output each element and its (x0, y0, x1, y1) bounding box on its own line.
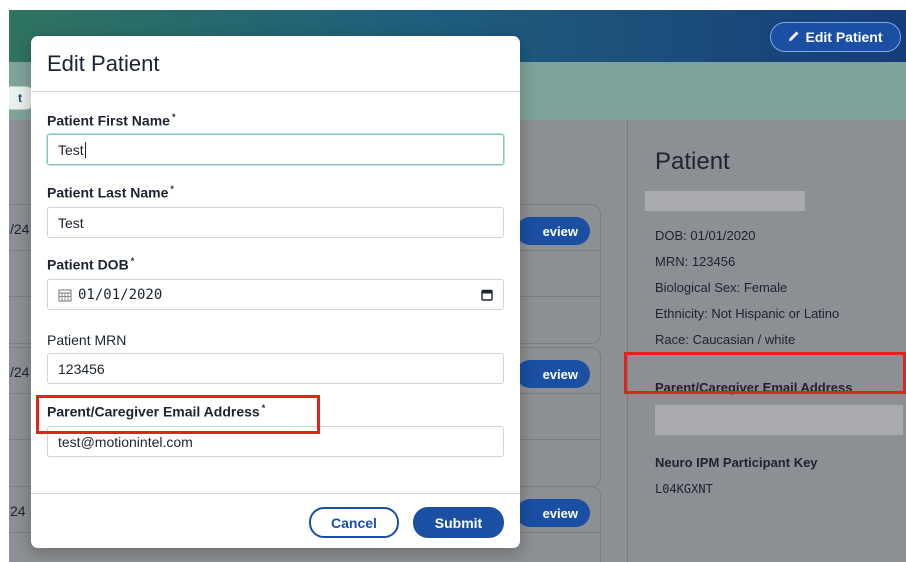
mrn-value: 123456 (58, 360, 105, 377)
review-button[interactable]: eview (516, 499, 590, 527)
calendar-grid-icon (58, 288, 72, 302)
patient-ethnicity: Ethnicity: Not Hispanic or Latino (655, 306, 840, 321)
caregiver-email-placeholder (655, 405, 903, 435)
dob-label-text: Patient DOB (47, 256, 129, 273)
edit-patient-button[interactable]: Edit Patient (770, 22, 901, 52)
review-button[interactable]: eview (516, 217, 590, 245)
cancel-button[interactable]: Cancel (309, 507, 399, 538)
card-date: /24 (10, 221, 30, 237)
first-name-value: Test (58, 141, 84, 158)
card-date: /24 (10, 364, 30, 380)
participant-key-label: Neuro IPM Participant Key (655, 455, 818, 470)
patient-sex: Biological Sex: Female (655, 280, 788, 295)
dob-value: 01/01/2020 (78, 286, 163, 303)
patient-name-placeholder (645, 191, 805, 211)
mrn-input[interactable]: 123456 (47, 353, 504, 384)
last-name-label: Patient Last Name * (47, 184, 174, 201)
side-email-highlight-box (624, 352, 906, 394)
pencil-icon (788, 29, 800, 45)
edit-patient-modal: Edit Patient Patient First Name * Test Pa… (31, 36, 520, 548)
side-panel-title: Patient (655, 148, 730, 175)
patient-dob: DOB: 01/01/2020 (655, 228, 756, 243)
first-name-label: Patient First Name * (47, 112, 175, 129)
mrn-label: Patient MRN (47, 332, 126, 348)
mrn-label-text: Patient MRN (47, 332, 127, 348)
modal-header: Edit Patient (31, 36, 520, 92)
submit-button[interactable]: Submit (413, 507, 504, 538)
modal-email-highlight-box (36, 395, 320, 434)
required-mark: * (171, 112, 176, 122)
required-mark: * (130, 256, 135, 266)
card-date: 24 (10, 503, 26, 519)
dob-label: Patient DOB * (47, 256, 134, 273)
email-value: test@motionintel.com (58, 433, 193, 450)
participant-key-value: L04KGXNT (655, 482, 713, 496)
required-mark: * (170, 184, 174, 194)
review-button[interactable]: eview (516, 360, 590, 388)
first-name-input[interactable]: Test (47, 134, 504, 165)
text-caret (84, 141, 86, 158)
modal-title: Edit Patient (47, 50, 160, 76)
patient-mrn: MRN: 123456 (655, 254, 736, 269)
patient-side-panel: Patient DOB: 01/01/2020 MRN: 123456 Biol… (627, 120, 906, 562)
first-name-label-text: Patient First Name (47, 112, 170, 129)
dob-date-display: 01/01/2020 (58, 287, 162, 303)
last-name-input[interactable]: Test (47, 207, 504, 238)
dob-date-input[interactable]: 01/01/2020 (47, 279, 504, 310)
patient-race: Race: Caucasian / white (655, 332, 796, 347)
last-name-value: Test (58, 214, 84, 231)
calendar-icon[interactable] (481, 289, 493, 301)
modal-footer: Cancel Submit (31, 493, 520, 548)
edit-patient-label: Edit Patient (805, 29, 883, 45)
last-name-label-text: Patient Last Name (47, 184, 169, 201)
